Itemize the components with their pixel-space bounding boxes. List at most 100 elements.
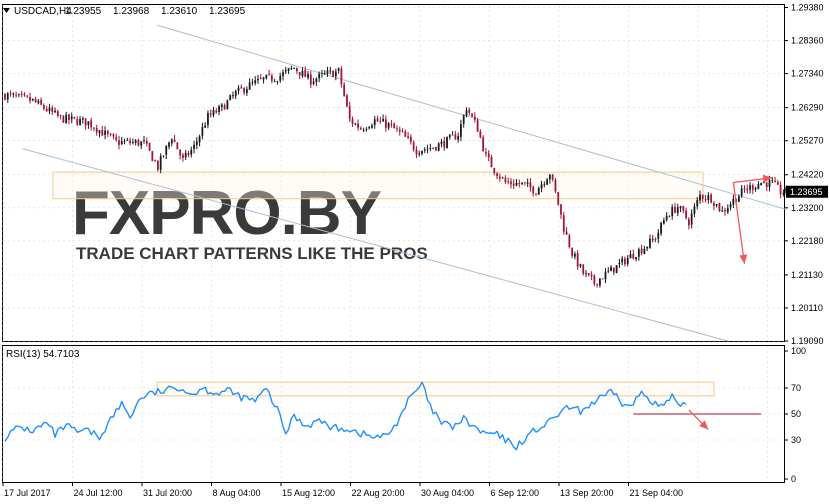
candle-body [724, 209, 726, 212]
candle-body [726, 208, 729, 213]
candle-body [126, 139, 129, 141]
candle-body [629, 254, 632, 259]
candle-body [204, 125, 207, 128]
candle-body [120, 140, 123, 145]
candle-body [760, 182, 763, 185]
candle-body [265, 74, 268, 79]
candle-body [337, 68, 340, 71]
candle-body [51, 107, 54, 112]
candle-body [29, 97, 31, 101]
candle-body [332, 71, 334, 77]
candle-body [65, 114, 68, 124]
candle-body [462, 115, 465, 124]
candle-body [106, 130, 109, 134]
candle-body [471, 113, 473, 117]
candle-body [387, 123, 390, 128]
candle-body [576, 253, 579, 267]
candle-body [301, 70, 304, 77]
candle-body [460, 124, 462, 137]
candle-body [312, 81, 315, 84]
candle-body [771, 180, 774, 182]
candle-body [574, 253, 576, 257]
candle-body [687, 219, 690, 226]
candle-body [359, 128, 362, 130]
candle-body [721, 210, 724, 212]
candle-body [282, 72, 284, 77]
candle-body [134, 140, 137, 143]
candle-body [743, 188, 746, 190]
candle-body [557, 192, 560, 205]
current-price-label: 1.23695 [790, 187, 823, 197]
candle-body [9, 93, 12, 95]
candle-body [112, 134, 115, 137]
candle-body [309, 74, 312, 85]
candle-body [273, 80, 276, 82]
candle-body [95, 128, 98, 133]
candle-body [671, 207, 674, 216]
candle-body [43, 105, 45, 109]
candle-body [493, 168, 496, 173]
candle-body [104, 130, 106, 135]
candle-body [774, 180, 776, 182]
candle-body [551, 174, 554, 180]
candle-body [159, 156, 162, 170]
candle-body [643, 248, 646, 254]
price-tick-label: 1.21130 [791, 270, 823, 280]
candle-body [599, 278, 601, 286]
candle-body [31, 98, 34, 101]
candle-body [76, 119, 79, 125]
candle-body [521, 182, 523, 184]
candle-body [48, 107, 51, 112]
candle-body [448, 135, 451, 138]
candle-body [468, 109, 471, 113]
price-tick-label: 1.29380 [791, 3, 824, 13]
candle-body [498, 176, 501, 179]
candle-body [649, 238, 651, 248]
time-tick-label: 17 Jul 2017 [4, 488, 51, 498]
candle-body [218, 106, 220, 112]
time-tick-label: 21 Sep 04:00 [630, 488, 684, 498]
candle-body [440, 141, 443, 144]
candle-body [707, 195, 710, 201]
time-tick-label: 22 Aug 20:00 [352, 488, 405, 498]
candle-body [729, 204, 732, 208]
candle-body [754, 188, 757, 190]
candle-body [6, 93, 9, 100]
candle-body [207, 113, 209, 126]
candle-body [426, 148, 429, 150]
candle-body [657, 232, 660, 239]
candle-body [621, 258, 624, 263]
candle-body [268, 74, 270, 75]
price-tick-label: 1.22180 [791, 236, 824, 246]
candle-body [384, 119, 387, 128]
candle-body [290, 68, 293, 69]
ohlc-high: 1.23968 [113, 6, 150, 17]
candle-body [198, 136, 201, 143]
candle-body [465, 110, 468, 116]
candle-body [693, 206, 696, 214]
candle-body [240, 87, 243, 89]
price-tick-label: 1.26290 [791, 103, 824, 113]
candle-body [298, 72, 301, 76]
candle-body [182, 154, 184, 158]
candle-body [710, 194, 713, 203]
candle-body [765, 182, 768, 188]
candle-body [315, 78, 318, 83]
price-tick-label: 1.28360 [791, 36, 824, 46]
candle-body [562, 215, 565, 232]
candle-body [582, 264, 585, 274]
candle-body [585, 273, 587, 274]
candle-body [676, 207, 679, 214]
candle-body [635, 257, 637, 260]
candle-body [307, 73, 309, 78]
candle-body [696, 199, 699, 207]
candle-body [220, 104, 223, 107]
candle-body [496, 173, 498, 177]
time-tick-label: 8 Aug 04:00 [213, 488, 261, 498]
candle-body [546, 179, 548, 185]
candle-body [454, 134, 457, 140]
candle-body [746, 188, 749, 191]
candle-body [179, 150, 182, 156]
candle-body [443, 140, 446, 148]
candle-body [173, 139, 176, 142]
